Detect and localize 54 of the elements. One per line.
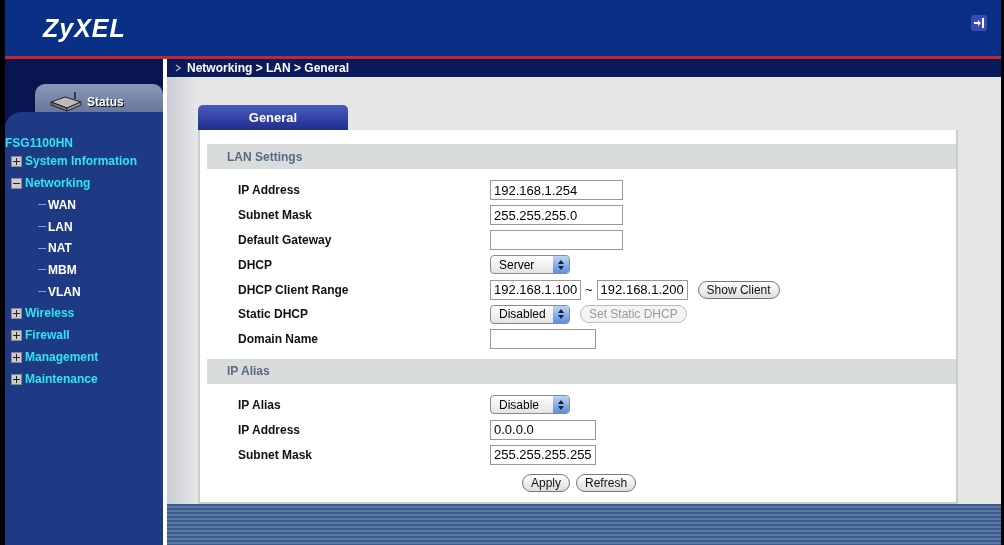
dropdown[interactable]: Disabled <box>490 304 570 324</box>
input-field[interactable]: 255.255.255.0 <box>490 205 623 226</box>
expander-icon[interactable] <box>11 155 22 167</box>
breadcrumb: Networking > LAN > General <box>187 61 350 75</box>
expander-icon[interactable] <box>11 329 22 341</box>
input-field[interactable]: 192.168.1.254 <box>490 180 623 201</box>
tree-item[interactable]: WAN <box>48 197 76 212</box>
logo: ZyXEL <box>43 13 126 43</box>
section-title: IP Alias <box>227 364 270 379</box>
field-label: IP Address <box>237 422 302 437</box>
logout-icon[interactable] <box>971 15 987 31</box>
dropdown[interactable]: Disable <box>490 395 570 415</box>
range-separator: ~ <box>585 282 593 298</box>
expander-icon[interactable] <box>11 307 22 319</box>
tree-item[interactable]: NAT <box>48 241 72 256</box>
router-icon <box>49 92 83 112</box>
dropdown[interactable]: Server <box>490 255 570 275</box>
field-label: DHCP Client Range <box>237 282 350 297</box>
expander-icon[interactable] <box>11 177 22 189</box>
field-label: Default Gateway <box>237 233 333 247</box>
expander-icon[interactable] <box>11 373 22 385</box>
tree-root[interactable]: FSG1100HN <box>5 136 163 150</box>
field-label: IP Address <box>237 183 302 198</box>
field-label: Subnet Mask <box>237 208 313 223</box>
chevron-icon <box>175 64 181 72</box>
input-field[interactable]: 192.168.1.100 <box>490 279 581 300</box>
input-field[interactable]: 0.0.0.0 <box>490 419 596 440</box>
form-button[interactable]: Apply <box>522 473 571 492</box>
tree-item[interactable]: MBM <box>48 262 77 277</box>
field-label: Domain Name <box>237 332 320 347</box>
action-button[interactable]: Show Client <box>697 280 780 299</box>
tree-item[interactable]: System Information <box>25 154 138 168</box>
stepper-icon <box>557 308 565 321</box>
expander-icon[interactable] <box>11 351 22 363</box>
tree-item[interactable]: Wireless <box>25 306 75 321</box>
tree-item[interactable]: Firewall <box>25 328 70 343</box>
input-field[interactable] <box>490 329 596 350</box>
field-label: DHCP <box>237 257 273 272</box>
section-title: LAN Settings <box>227 149 303 164</box>
input-field[interactable]: 192.168.1.200 <box>596 279 688 300</box>
tree-item[interactable]: Maintenance <box>25 372 98 387</box>
input-field[interactable] <box>490 230 623 250</box>
tree-item[interactable]: Management <box>25 350 99 365</box>
tree-item[interactable]: VLAN <box>48 284 81 299</box>
field-label: IP Alias <box>237 397 282 412</box>
stepper-icon <box>557 398 565 411</box>
field-label: Subnet Mask <box>237 447 313 462</box>
tree-item[interactable]: LAN <box>48 219 73 234</box>
tab[interactable]: General <box>198 105 348 130</box>
tree-item[interactable]: Networking <box>25 176 91 190</box>
input-field[interactable]: 255.255.255.255 <box>490 444 596 465</box>
form-button[interactable]: Refresh <box>576 473 637 492</box>
field-label: Static DHCP <box>237 307 309 322</box>
stepper-icon <box>557 258 565 271</box>
